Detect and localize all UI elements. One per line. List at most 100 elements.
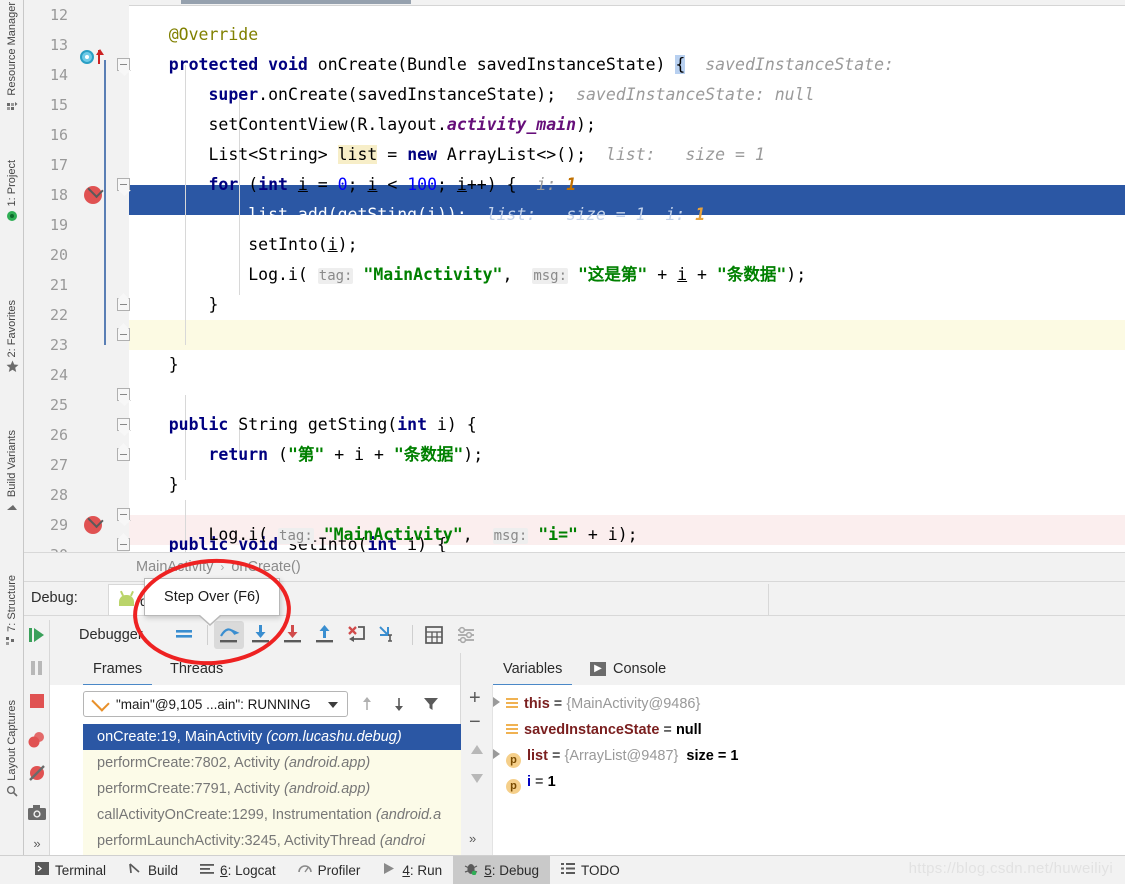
status-item-run[interactable]: 4: Run xyxy=(371,856,453,884)
frame-item[interactable]: performLaunchActivity:3245, ActivityThre… xyxy=(83,828,473,854)
sidebar-item-resource-manager[interactable]: Resource Manager xyxy=(0,2,24,117)
fold-marker[interactable] xyxy=(117,388,130,401)
frame-down-icon[interactable] xyxy=(390,695,408,718)
code-line-28: } xyxy=(129,470,179,500)
chevron-right-icon: › xyxy=(220,560,225,574)
settings-icon[interactable] xyxy=(451,621,481,649)
drop-frame-icon[interactable] xyxy=(342,621,372,649)
build-icon xyxy=(128,862,142,878)
tab-debugger-label: Debugger xyxy=(79,626,143,643)
more-actions-icon[interactable]: » xyxy=(27,834,47,854)
more-actions-icon[interactable]: » xyxy=(469,831,476,846)
tab-console[interactable]: ▶ Console xyxy=(580,653,676,684)
sidebar-item-build-variants[interactable]: Build Variants xyxy=(0,430,24,518)
highlighted-identifier: list xyxy=(337,145,378,164)
status-item-build[interactable]: Build xyxy=(117,856,189,884)
move-up-icon[interactable] xyxy=(470,743,484,761)
editor-gutter[interactable]: 12 13 14 15 16 17 18 19 20 21 22 23 24 2… xyxy=(24,5,129,552)
structure-icon xyxy=(6,635,18,653)
override-marker-icon[interactable] xyxy=(80,50,94,64)
tab-variables[interactable]: Variables xyxy=(493,653,573,686)
project-icon xyxy=(6,209,18,227)
fold-marker[interactable] xyxy=(117,328,130,341)
console-icon: ▶ xyxy=(590,661,606,676)
tab-threads[interactable]: Threads xyxy=(160,653,233,684)
line-number: 20 xyxy=(49,246,68,264)
breadcrumb[interactable]: MainActivity › onCreate() xyxy=(24,552,1125,581)
log-i-call: Log.i( xyxy=(208,525,269,544)
stop-icon[interactable] xyxy=(27,691,47,711)
frame-item[interactable]: performCreate:7791, Activity (android.ap… xyxy=(83,776,473,802)
pause-program-icon[interactable] xyxy=(27,658,47,678)
status-item-profiler[interactable]: Profiler xyxy=(287,856,372,884)
method-name-getsting: String getSting( xyxy=(228,415,398,434)
step-out-icon[interactable] xyxy=(310,621,340,649)
status-item-logcat[interactable]: 6: Logcat xyxy=(189,856,287,884)
variable-row-list[interactable]: p list = {ArrayList@9487} size = 1 xyxy=(493,743,738,769)
kw-public: public xyxy=(168,415,229,434)
frame-item[interactable]: onCreate:19, MainActivity (com.lucashu.d… xyxy=(83,724,473,750)
run-to-cursor-icon[interactable] xyxy=(374,621,404,649)
inline-debug-value: 1 xyxy=(566,175,577,194)
frame-item[interactable]: callActivityOnCreate:1299, Instrumentati… xyxy=(83,802,473,828)
code-line-15: super.onCreate(savedInstanceState); save… xyxy=(129,80,814,110)
tab-debugger[interactable]: Debugger xyxy=(69,616,153,655)
sidebar-item-label: Resource Manager xyxy=(6,2,18,96)
thread-selector[interactable]: "main"@9,105 ...ain": RUNNING xyxy=(83,691,348,717)
debug-title-label: Debug: xyxy=(31,590,78,606)
move-down-icon[interactable] xyxy=(470,771,484,789)
force-step-into-icon[interactable] xyxy=(278,621,308,649)
var-i: i xyxy=(456,175,467,194)
breakpoint-icon[interactable] xyxy=(84,511,104,534)
kw-int: int xyxy=(258,175,288,194)
mute-breakpoints-icon[interactable] xyxy=(27,763,47,783)
screenshot-icon[interactable] xyxy=(27,803,47,823)
status-item-debug[interactable]: 5: Debug xyxy=(453,856,551,884)
frames-list[interactable]: onCreate:19, MainActivity (com.lucashu.d… xyxy=(83,724,473,855)
line-number: 16 xyxy=(49,126,68,144)
breadcrumb-class[interactable]: MainActivity xyxy=(136,559,213,575)
frame-item[interactable]: performCreate:7802, Activity (android.ap… xyxy=(83,750,473,776)
expand-triangle-icon[interactable] xyxy=(493,697,500,707)
frame-up-icon[interactable] xyxy=(358,695,376,718)
remove-watch-icon[interactable]: − xyxy=(469,712,481,732)
var-i: i xyxy=(427,205,437,224)
layout-captures-icon xyxy=(6,784,18,802)
kw-void: void xyxy=(268,55,308,74)
closing-brace: } xyxy=(168,475,179,494)
code-line-20: setInto(i); xyxy=(248,235,358,254)
expand-triangle-icon[interactable] xyxy=(493,749,500,759)
resume-program-icon[interactable] xyxy=(27,625,47,645)
status-item-terminal[interactable]: Terminal xyxy=(24,856,117,884)
variable-row-this[interactable]: this = {MainActivity@9486} xyxy=(493,691,700,717)
variable-row-i[interactable]: pi = 1 xyxy=(493,769,556,795)
sidebar-item-project[interactable]: 1: Project xyxy=(0,160,24,227)
show-execution-point-icon[interactable] xyxy=(169,621,199,649)
sidebar-item-structure[interactable]: 7: Structure xyxy=(0,575,24,653)
status-item-label: Debug xyxy=(499,862,540,878)
add-watch-icon[interactable]: + xyxy=(469,688,481,708)
tab-frames[interactable]: Frames xyxy=(83,653,153,686)
variable-row-savedinstancestate[interactable]: savedInstanceState = null xyxy=(493,717,702,743)
code-line-21: Log.i( tag: "MainActivity", msg: "这是第" +… xyxy=(248,265,807,284)
sidebar-item-layout-captures[interactable]: Layout Captures xyxy=(0,700,24,802)
kw-new: new xyxy=(407,145,437,164)
breadcrumb-method[interactable]: onCreate() xyxy=(231,559,300,575)
view-breakpoints-icon[interactable] xyxy=(27,730,47,750)
status-item-todo[interactable]: TODO xyxy=(550,856,631,884)
closing-brace: } xyxy=(208,295,219,314)
matched-brace: { xyxy=(675,55,686,74)
string-cn-suffix: "条数据" xyxy=(716,265,787,284)
sidebar-item-favorites[interactable]: 2: Favorites xyxy=(0,300,24,378)
code-editor[interactable]: 12 13 14 15 16 17 18 19 20 21 22 23 24 2… xyxy=(24,0,1125,552)
breakpoint-icon[interactable] xyxy=(84,181,104,204)
watermark: https://blog.csdn.net/huweiliyi xyxy=(908,860,1113,877)
debug-icon xyxy=(464,862,478,878)
filter-icon[interactable] xyxy=(422,695,440,718)
string-cn-di: "第" xyxy=(287,445,325,464)
line-number: 13 xyxy=(49,36,68,54)
variable-name: savedInstanceState xyxy=(524,722,660,738)
evaluate-expression-icon[interactable] xyxy=(419,621,449,649)
logcat-icon xyxy=(200,862,215,878)
step-into-icon[interactable] xyxy=(246,621,276,649)
